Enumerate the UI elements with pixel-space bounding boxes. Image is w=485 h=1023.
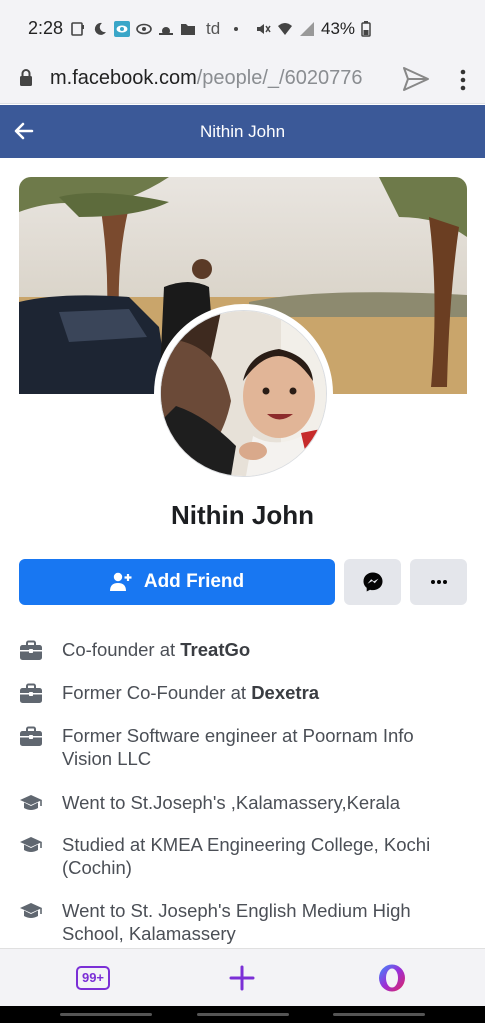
notification-icons: td xyxy=(70,19,239,39)
profile-picture-image xyxy=(161,311,326,476)
nav-back-handle[interactable] xyxy=(333,1013,425,1016)
ellipsis-icon xyxy=(430,580,447,584)
info-text: Co-founder at xyxy=(62,639,181,660)
info-bold[interactable]: Dexetra xyxy=(251,682,319,703)
info-item-education: Studied at KMEA Engineering College, Koc… xyxy=(19,833,467,879)
battery-icon xyxy=(361,21,371,37)
url-host: m.facebook.com xyxy=(50,67,197,89)
url-text[interactable]: m.facebook.com/people/_/6020776 xyxy=(50,67,385,90)
dot-icon xyxy=(234,27,239,31)
info-item-education: Went to St.Joseph's ,Kalamassery,Kerala xyxy=(19,791,467,814)
data-saver-icon xyxy=(71,22,84,36)
info-item-work: Former Software engineer at Poornam Info… xyxy=(19,724,467,770)
nav-recent-handle[interactable] xyxy=(60,1013,152,1016)
info-text: Studied at KMEA Engineering College, Koc… xyxy=(62,834,431,878)
add-friend-button[interactable]: Add Friend xyxy=(19,559,335,605)
carrier-badge: td xyxy=(206,19,221,38)
info-text: Former Co-Founder at xyxy=(62,682,252,703)
graduation-cap-icon xyxy=(20,795,42,810)
system-navigation-bar xyxy=(0,1006,485,1023)
add-person-icon xyxy=(109,572,132,591)
message-button[interactable] xyxy=(344,559,401,605)
url-bar[interactable]: m.facebook.com/people/_/6020776 xyxy=(0,56,485,104)
info-bold[interactable]: TreatGo xyxy=(180,639,250,660)
lock-icon[interactable] xyxy=(18,68,34,88)
folder-icon xyxy=(181,24,195,35)
graduation-cap-icon xyxy=(20,837,42,852)
graduation-cap-icon xyxy=(20,903,42,918)
page-title: Nithin John xyxy=(199,122,286,141)
info-item-education: Went to St. Joseph's English Medium High… xyxy=(19,899,467,945)
page-header: Nithin John xyxy=(0,105,485,158)
briefcase-icon xyxy=(20,683,42,703)
more-options-button[interactable] xyxy=(410,559,467,605)
briefcase-icon xyxy=(20,726,42,746)
mute-icon xyxy=(257,24,271,34)
add-friend-label: Add Friend xyxy=(143,571,245,592)
messenger-icon xyxy=(363,572,382,592)
status-time: 2:28 xyxy=(28,18,64,38)
info-text: Went to St.Joseph's ,Kalamassery,Kerala xyxy=(62,792,401,813)
profile-name: Nithin John xyxy=(171,500,314,530)
wifi-icon xyxy=(278,23,292,35)
new-tab-plus-icon[interactable] xyxy=(229,965,255,991)
battery-percent: 43% xyxy=(321,19,356,38)
signal-icon xyxy=(300,22,314,36)
system-icons: 43% xyxy=(255,19,371,39)
profile-picture[interactable] xyxy=(154,304,333,483)
moon-icon xyxy=(94,22,106,35)
send-icon[interactable] xyxy=(402,66,430,92)
eye-icon xyxy=(136,23,152,35)
status-bar: 2:28 td 43% xyxy=(0,0,485,56)
eye-app-icon xyxy=(114,21,130,37)
info-item-work: Former Co-Founder at Dexetra xyxy=(19,681,467,704)
info-text: Former Software engineer at Poornam Info… xyxy=(62,725,414,769)
opera-menu-icon[interactable] xyxy=(377,963,407,993)
overflow-menu-icon[interactable] xyxy=(455,68,471,92)
info-item-work: Co-founder at TreatGo xyxy=(19,638,467,661)
url-path: /people/_/6020776 xyxy=(196,67,363,89)
briefcase-icon xyxy=(20,640,42,660)
browser-bottom-bar: 99+ xyxy=(0,948,485,1006)
nav-home-handle[interactable] xyxy=(197,1013,289,1016)
tabs-button[interactable]: 99+ xyxy=(76,966,110,990)
weather-icon xyxy=(159,27,173,35)
info-text: Went to St. Joseph's English Medium High… xyxy=(62,900,411,944)
